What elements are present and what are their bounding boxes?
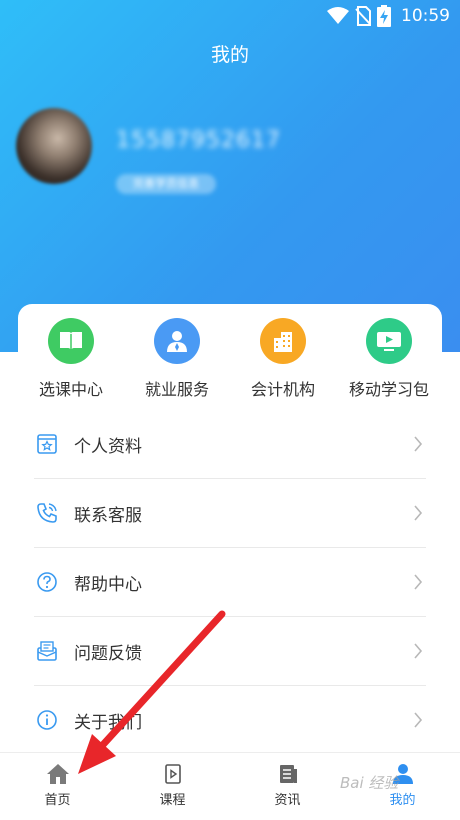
menu-item-label: 个人资料 [74, 436, 142, 457]
tab-label: 资讯 [274, 793, 301, 808]
chevron-right-icon [414, 712, 423, 728]
page-title: 我的 [210, 44, 249, 66]
phone-icon [37, 503, 57, 523]
status-bar: 10:59 [0, 0, 460, 32]
menu-item-label: 问题反馈 [74, 643, 142, 664]
menu-item-about[interactable]: 关于我们 [34, 686, 426, 754]
chevron-right-icon [414, 574, 423, 590]
profile-card-icon [37, 434, 57, 454]
tab-home[interactable]: 首页 [0, 753, 115, 820]
news-icon [279, 765, 297, 783]
menu-item-customer-service[interactable]: 联系客服 [34, 479, 426, 548]
person-icon [154, 318, 200, 364]
chevron-right-icon [414, 436, 423, 452]
tab-label: 课程 [159, 793, 186, 808]
quick-link-mobile-package[interactable]: 移动学习包 [336, 318, 442, 400]
menu-item-help-center[interactable]: 帮助中心 [34, 548, 426, 617]
quick-link-employment[interactable]: 就业服务 [124, 318, 230, 400]
quick-links: 选课中心 就业服务 会计机构 移动学习包 [18, 318, 442, 400]
quick-link-course-center[interactable]: 选课中心 [18, 318, 124, 400]
quick-link-label: 移动学习包 [348, 380, 429, 399]
menu-item-profile[interactable]: 个人资料 [34, 410, 426, 479]
menu-item-label: 联系客服 [74, 505, 142, 526]
chevron-right-icon [414, 643, 423, 659]
quick-link-label: 就业服务 [144, 380, 209, 399]
quick-link-label: 会计机构 [250, 380, 315, 399]
quick-link-accounting[interactable]: 会计机构 [230, 318, 336, 400]
avatar[interactable] [16, 108, 92, 184]
monitor-icon [366, 318, 412, 364]
book-icon [48, 318, 94, 364]
no-sim-icon [355, 6, 371, 26]
settings-menu: 个人资料 联系客服 帮助中心 问题反馈 关于我们 [34, 410, 426, 754]
menu-item-label: 帮助中心 [74, 574, 142, 595]
tab-news[interactable]: 资讯 [230, 753, 345, 820]
menu-item-label: 关于我们 [74, 712, 142, 733]
wifi-icon [327, 7, 349, 24]
status-time: 10:59 [401, 6, 450, 26]
chevron-right-icon [414, 505, 423, 521]
tab-course[interactable]: 课程 [115, 753, 230, 820]
info-icon [37, 710, 57, 730]
building-icon [260, 318, 306, 364]
profile-card: 选课中心 就业服务 会计机构 移动学习包 个人资料 联系客服 帮助中心 问题反馈… [18, 304, 442, 764]
user-phone: 15587952617 [116, 128, 281, 153]
help-icon [37, 572, 57, 592]
quick-link-label: 选课中心 [38, 380, 103, 399]
tab-label: 首页 [44, 793, 71, 808]
menu-item-feedback[interactable]: 问题反馈 [34, 617, 426, 686]
home-icon [46, 764, 69, 784]
course-icon [164, 764, 181, 784]
feedback-icon [37, 641, 57, 661]
profile-tag[interactable]: 完善学员信息 [116, 174, 216, 194]
watermark: Bai 经验 [340, 774, 399, 792]
battery-charging-icon [377, 5, 391, 27]
